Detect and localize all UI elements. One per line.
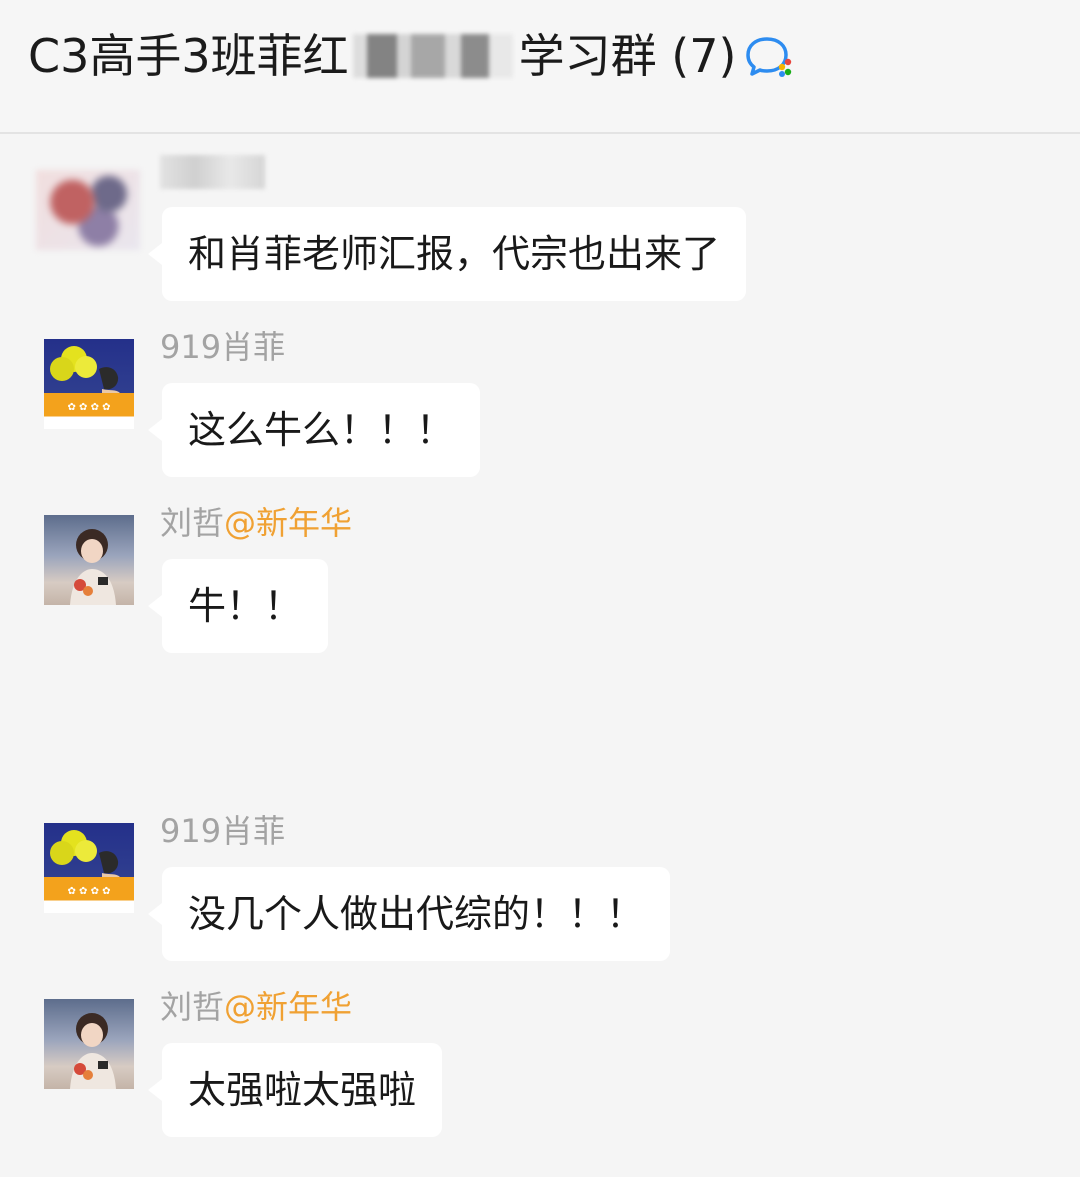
message-bubble[interactable]: 没几个人做出代综的！！！: [147, 867, 671, 961]
blurred-sender-name: [160, 155, 265, 189]
avatar[interactable]: ✿ ✿ ✿ ✿: [44, 823, 134, 913]
avatar[interactable]: [44, 999, 134, 1089]
balloon-avatar-art: ✿ ✿ ✿ ✿: [50, 346, 120, 413]
message-bubble[interactable]: 这么牛么！！！: [147, 383, 481, 477]
person-avatar-art: [70, 529, 116, 605]
message-bubble[interactable]: 和肖菲老师汇报，代宗也出来了: [147, 207, 747, 301]
sender-tag: @新年华: [224, 504, 353, 542]
svg-text:✿ ✿ ✿ ✿: ✿ ✿ ✿ ✿: [67, 886, 110, 897]
balloon-avatar-art: ✿ ✿ ✿ ✿: [50, 830, 120, 897]
svg-text:✿ ✿ ✿ ✿: ✿ ✿ ✿ ✿: [67, 402, 110, 413]
chat-title[interactable]: C3高手3班菲红 学习群 (7): [28, 26, 796, 86]
blurred-title-segment: [352, 34, 513, 78]
avatar[interactable]: [44, 515, 134, 605]
person-avatar-art: [70, 1013, 116, 1089]
sender-name[interactable]: 刘哲@新年华: [160, 503, 352, 543]
chat-title-suffix: 学习群 (7): [518, 29, 737, 83]
avatar[interactable]: ✿ ✿ ✿ ✿: [44, 339, 134, 429]
message-bubble[interactable]: 牛！！: [147, 559, 329, 653]
group-chat-icon: [742, 29, 796, 83]
avatar[interactable]: [36, 170, 140, 250]
sender-name[interactable]: 919肖菲: [160, 327, 285, 367]
sender-name[interactable]: 919肖菲: [160, 811, 285, 851]
message-bubble[interactable]: 太强啦太强啦: [147, 1043, 443, 1137]
sender-tag: @新年华: [224, 988, 353, 1026]
chat-header: C3高手3班菲红 学习群 (7): [0, 0, 1080, 134]
chat-title-prefix: C3高手3班菲红: [28, 29, 349, 83]
sender-name[interactable]: 刘哲@新年华: [160, 987, 352, 1027]
